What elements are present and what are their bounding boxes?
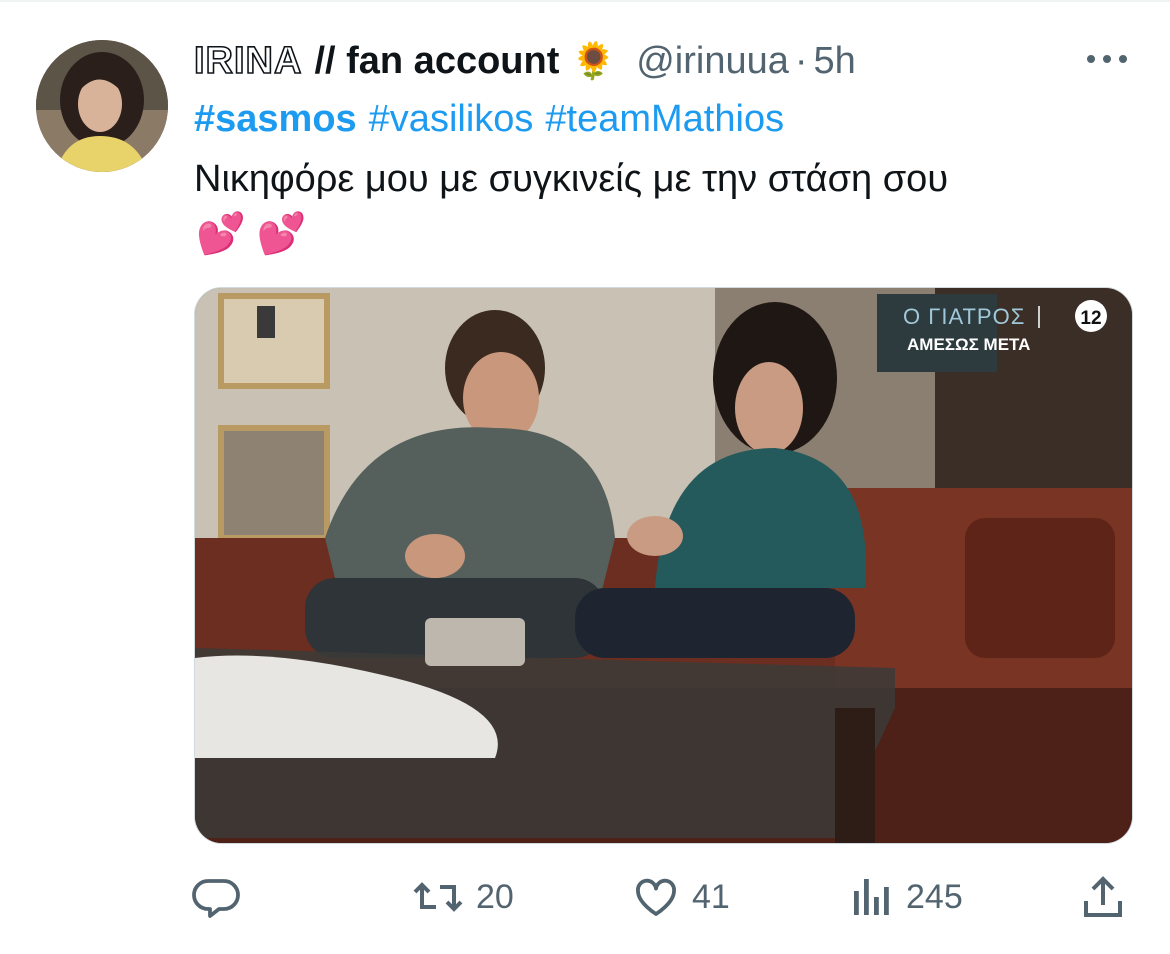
display-name-text: // fan account [314,40,560,82]
hashtag-link[interactable]: #sasmos [194,98,357,140]
hashtag-link[interactable]: #vasilikos [369,98,534,140]
timestamp[interactable]: 5h [814,36,856,86]
display-name-stylized: IRINA [193,39,303,83]
reply-icon [192,879,240,918]
two-hearts-emoji: 💕 💕 [196,212,307,256]
like-count: 41 [692,877,730,916]
tweet-actions: 20 41 245 [0,862,1170,932]
hashtags: #sasmos #vasilikos #teamMathios [194,94,796,144]
tweet-media[interactable]: Ο ΓΙΑΤΡΟΣ ΑΜΕΣΩΣ ΜΕΤΑ 12 [194,287,1133,844]
sunflower-emoji: 🌻 [571,40,617,81]
heart-icon [636,878,676,916]
video-frame: Ο ΓΙΑΤΡΟΣ ΑΜΕΣΩΣ ΜΕΤΑ 12 [195,288,1132,843]
display-name[interactable]: IRINA // fan account 🌻 [193,36,636,86]
hashtag-link[interactable]: #teamMathios [545,98,784,140]
views-count: 245 [906,877,963,916]
reply-button[interactable] [192,872,240,922]
views-button[interactable]: 245 [850,872,963,922]
overlay-subtitle: ΑΜΕΣΩΣ ΜΕΤΑ [907,335,1030,354]
divider [0,0,1170,2]
separator-dot: · [794,40,808,82]
retweet-count: 20 [476,877,514,916]
avatar-image [36,40,168,172]
share-icon [1084,876,1122,917]
retweet-button[interactable]: 20 [412,872,514,922]
channel-logo: 12 [1080,308,1101,329]
user-handle[interactable]: @irinuua [636,36,789,86]
tweet-text: Νικηφόρε μου με συγκινείς με την στάση σ… [194,158,949,200]
more-options-icon[interactable] [1084,46,1130,72]
share-button[interactable] [1080,872,1126,922]
like-button[interactable]: 41 [632,872,730,922]
retweet-icon [413,882,463,912]
tweet-header: IRINA // fan account 🌻 @irinuua · 5h [193,36,856,86]
overlay-title: Ο ΓΙΑΤΡΟΣ [903,304,1025,329]
views-icon [854,879,889,915]
tweet: IRINA // fan account 🌻 @irinuua · 5h #sa… [0,0,1170,954]
avatar[interactable] [36,40,168,172]
